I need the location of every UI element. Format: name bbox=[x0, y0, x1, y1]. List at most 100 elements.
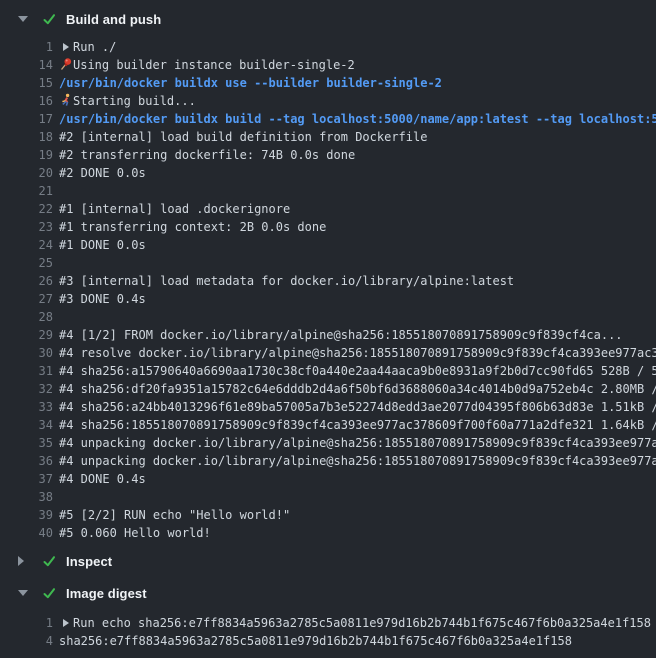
check-icon bbox=[42, 554, 66, 568]
log-line: 26#3 [internal] load metadata for docker… bbox=[0, 272, 656, 290]
log-line: 29 #4 [1/2] FROM docker.io/library/alpine… bbox=[0, 326, 656, 344]
log-line-text: Starting build... bbox=[53, 92, 196, 110]
line-number[interactable]: 39 bbox=[0, 506, 53, 524]
line-number[interactable]: 22 bbox=[0, 200, 53, 218]
line-number[interactable]: 19 bbox=[0, 146, 53, 164]
log-line-text: #2 [internal] load build definition from… bbox=[53, 128, 427, 146]
log-line: 17/usr/bin/docker buildx build --tag loc… bbox=[0, 110, 656, 128]
log-line-text: #4 sha256:185518070891758909c9f839cf4ca3… bbox=[53, 416, 656, 434]
log-text: #4 DONE 0.4s bbox=[59, 472, 146, 486]
log-line: 34#4 sha256:185518070891758909c9f839cf4c… bbox=[0, 416, 656, 434]
line-number[interactable]: 36 bbox=[0, 452, 53, 470]
line-number[interactable]: 4 bbox=[0, 632, 53, 650]
log-text: #4 [1/2] FROM docker.io/library/alpine@s… bbox=[59, 328, 623, 342]
line-number[interactable]: 34 bbox=[0, 416, 53, 434]
log-line-text: sha256:e7ff8834a5963a2785c5a0811e979d16b… bbox=[53, 632, 572, 650]
log-line: 4sha256:e7ff8834a5963a2785c5a0811e979d16… bbox=[0, 632, 656, 650]
command-line-text: /usr/bin/docker buildx use --builder bui… bbox=[53, 74, 442, 92]
line-number[interactable]: 28 bbox=[0, 308, 53, 326]
log-section-build-and-push: Build and push 1 Run ./ 14 Using builder ins… bbox=[0, 8, 656, 550]
log-line: 37 #4 DONE 0.4s bbox=[0, 470, 656, 488]
line-number[interactable]: 38 bbox=[0, 488, 53, 506]
section-log-content: 1 Run echo sha256:e7ff8834a5963a2785c5a08… bbox=[0, 604, 656, 650]
log-text: #4 sha256:a24bb4013296f61e89ba57005a7b3e… bbox=[59, 400, 656, 414]
section-header-toggle[interactable]: Build and push bbox=[0, 8, 656, 30]
log-line: 25 bbox=[0, 254, 656, 272]
log-line-text: #1 transferring context: 2B 0.0s done bbox=[53, 218, 326, 236]
log-text: #2 [internal] load build definition from… bbox=[59, 130, 427, 144]
log-text: #4 unpacking docker.io/library/alpine@sh… bbox=[59, 454, 656, 468]
section-log-content: 1 Run ./ 14 Using builder instance builder-… bbox=[0, 30, 656, 550]
expand-run-icon[interactable] bbox=[59, 614, 73, 632]
log-text: /usr/bin/docker buildx use --builder bui… bbox=[59, 76, 442, 90]
log-line-text: #2 transferring dockerfile: 74B 0.0s don… bbox=[53, 146, 355, 164]
line-number[interactable]: 24 bbox=[0, 236, 53, 254]
line-number[interactable]: 32 bbox=[0, 380, 53, 398]
log-line: 36 #4 unpacking docker.io/library/alpine@… bbox=[0, 452, 656, 470]
log-line-text: #4 DONE 0.4s bbox=[53, 470, 146, 488]
caret-down-icon bbox=[18, 590, 42, 596]
section-header-toggle[interactable]: Inspect bbox=[0, 550, 656, 572]
log-text: #4 sha256:a15790640a6690aa1730c38cf0a440… bbox=[59, 364, 656, 378]
line-number[interactable]: 18 bbox=[0, 128, 53, 146]
log-text: #5 0.060 Hello world! bbox=[59, 526, 211, 540]
log-text: Run echo sha256:e7ff8834a5963a2785c5a081… bbox=[73, 616, 651, 630]
line-number[interactable]: 33 bbox=[0, 398, 53, 416]
log-line-text: #4 sha256:a24bb4013296f61e89ba57005a7b3e… bbox=[53, 398, 656, 416]
log-line-text: #4 sha256:a15790640a6690aa1730c38cf0a440… bbox=[53, 362, 656, 380]
line-number[interactable]: 14 bbox=[0, 56, 53, 74]
expand-run-icon[interactable] bbox=[59, 38, 73, 56]
line-number[interactable]: 15 bbox=[0, 74, 53, 92]
line-number[interactable]: 27 bbox=[0, 290, 53, 308]
log-line: 40 #5 0.060 Hello world! bbox=[0, 524, 656, 542]
log-line-text: #4 [1/2] FROM docker.io/library/alpine@s… bbox=[53, 326, 623, 344]
log-line: 14 Using builder instance builder-single-… bbox=[0, 56, 656, 74]
line-number[interactable]: 25 bbox=[0, 254, 53, 272]
line-number[interactable]: 30 bbox=[0, 344, 53, 362]
line-number[interactable]: 1 bbox=[0, 38, 53, 56]
log-text: #5 [2/2] RUN echo "Hello world!" bbox=[59, 508, 290, 522]
line-number[interactable]: 23 bbox=[0, 218, 53, 236]
line-number[interactable]: 26 bbox=[0, 272, 53, 290]
runner-icon bbox=[59, 93, 70, 106]
section-header-toggle[interactable]: Image digest bbox=[0, 582, 656, 604]
log-line: 39 #5 [2/2] RUN echo "Hello world!" bbox=[0, 506, 656, 524]
log-text: /usr/bin/docker buildx build --tag local… bbox=[59, 112, 656, 126]
caret-down-icon bbox=[18, 16, 42, 22]
line-number[interactable]: 31 bbox=[0, 362, 53, 380]
log-text: #1 DONE 0.0s bbox=[59, 238, 146, 252]
section-title: Image digest bbox=[66, 586, 147, 601]
log-text: #2 DONE 0.0s bbox=[59, 166, 146, 180]
log-line-text: #5 [2/2] RUN echo "Hello world!" bbox=[53, 506, 290, 524]
log-line-text: Using builder instance builder-single-2 bbox=[53, 56, 355, 74]
line-number[interactable]: 29 bbox=[0, 326, 53, 344]
line-number[interactable]: 1 bbox=[0, 614, 53, 632]
caret-right-icon bbox=[18, 556, 42, 566]
log-line: 23#1 transferring context: 2B 0.0s done bbox=[0, 218, 656, 236]
log-line-text: #4 unpacking docker.io/library/alpine@sh… bbox=[53, 434, 656, 452]
log-line: 21 bbox=[0, 182, 656, 200]
log-line-text: #1 [internal] load .dockerignore bbox=[53, 200, 290, 218]
log-text: Run ./ bbox=[73, 40, 116, 54]
check-icon bbox=[42, 586, 66, 600]
log-line: 15/usr/bin/docker buildx use --builder b… bbox=[0, 74, 656, 92]
line-number[interactable]: 20 bbox=[0, 164, 53, 182]
log-line-text bbox=[53, 254, 59, 272]
line-number[interactable]: 16 bbox=[0, 92, 53, 110]
log-line: 31 #4 sha256:a15790640a6690aa1730c38cf0a4… bbox=[0, 362, 656, 380]
log-line-text bbox=[53, 308, 59, 326]
log-text: Using builder instance builder-single-2 bbox=[73, 58, 355, 72]
line-number[interactable]: 21 bbox=[0, 182, 53, 200]
section-title: Build and push bbox=[66, 12, 161, 27]
log-line: 32#4 sha256:df20fa9351a15782c64e6dddb2d4… bbox=[0, 380, 656, 398]
section-title: Inspect bbox=[66, 554, 112, 569]
line-number[interactable]: 37 bbox=[0, 470, 53, 488]
line-number[interactable]: 35 bbox=[0, 434, 53, 452]
log-text: #1 [internal] load .dockerignore bbox=[59, 202, 290, 216]
log-line-text: Run echo sha256:e7ff8834a5963a2785c5a081… bbox=[53, 614, 651, 632]
log-line: 1 Run echo sha256:e7ff8834a5963a2785c5a08… bbox=[0, 614, 656, 632]
log-line: 19#2 transferring dockerfile: 74B 0.0s d… bbox=[0, 146, 656, 164]
line-number[interactable]: 40 bbox=[0, 524, 53, 542]
line-number[interactable]: 17 bbox=[0, 110, 53, 128]
command-line-text: /usr/bin/docker buildx build --tag local… bbox=[53, 110, 656, 128]
